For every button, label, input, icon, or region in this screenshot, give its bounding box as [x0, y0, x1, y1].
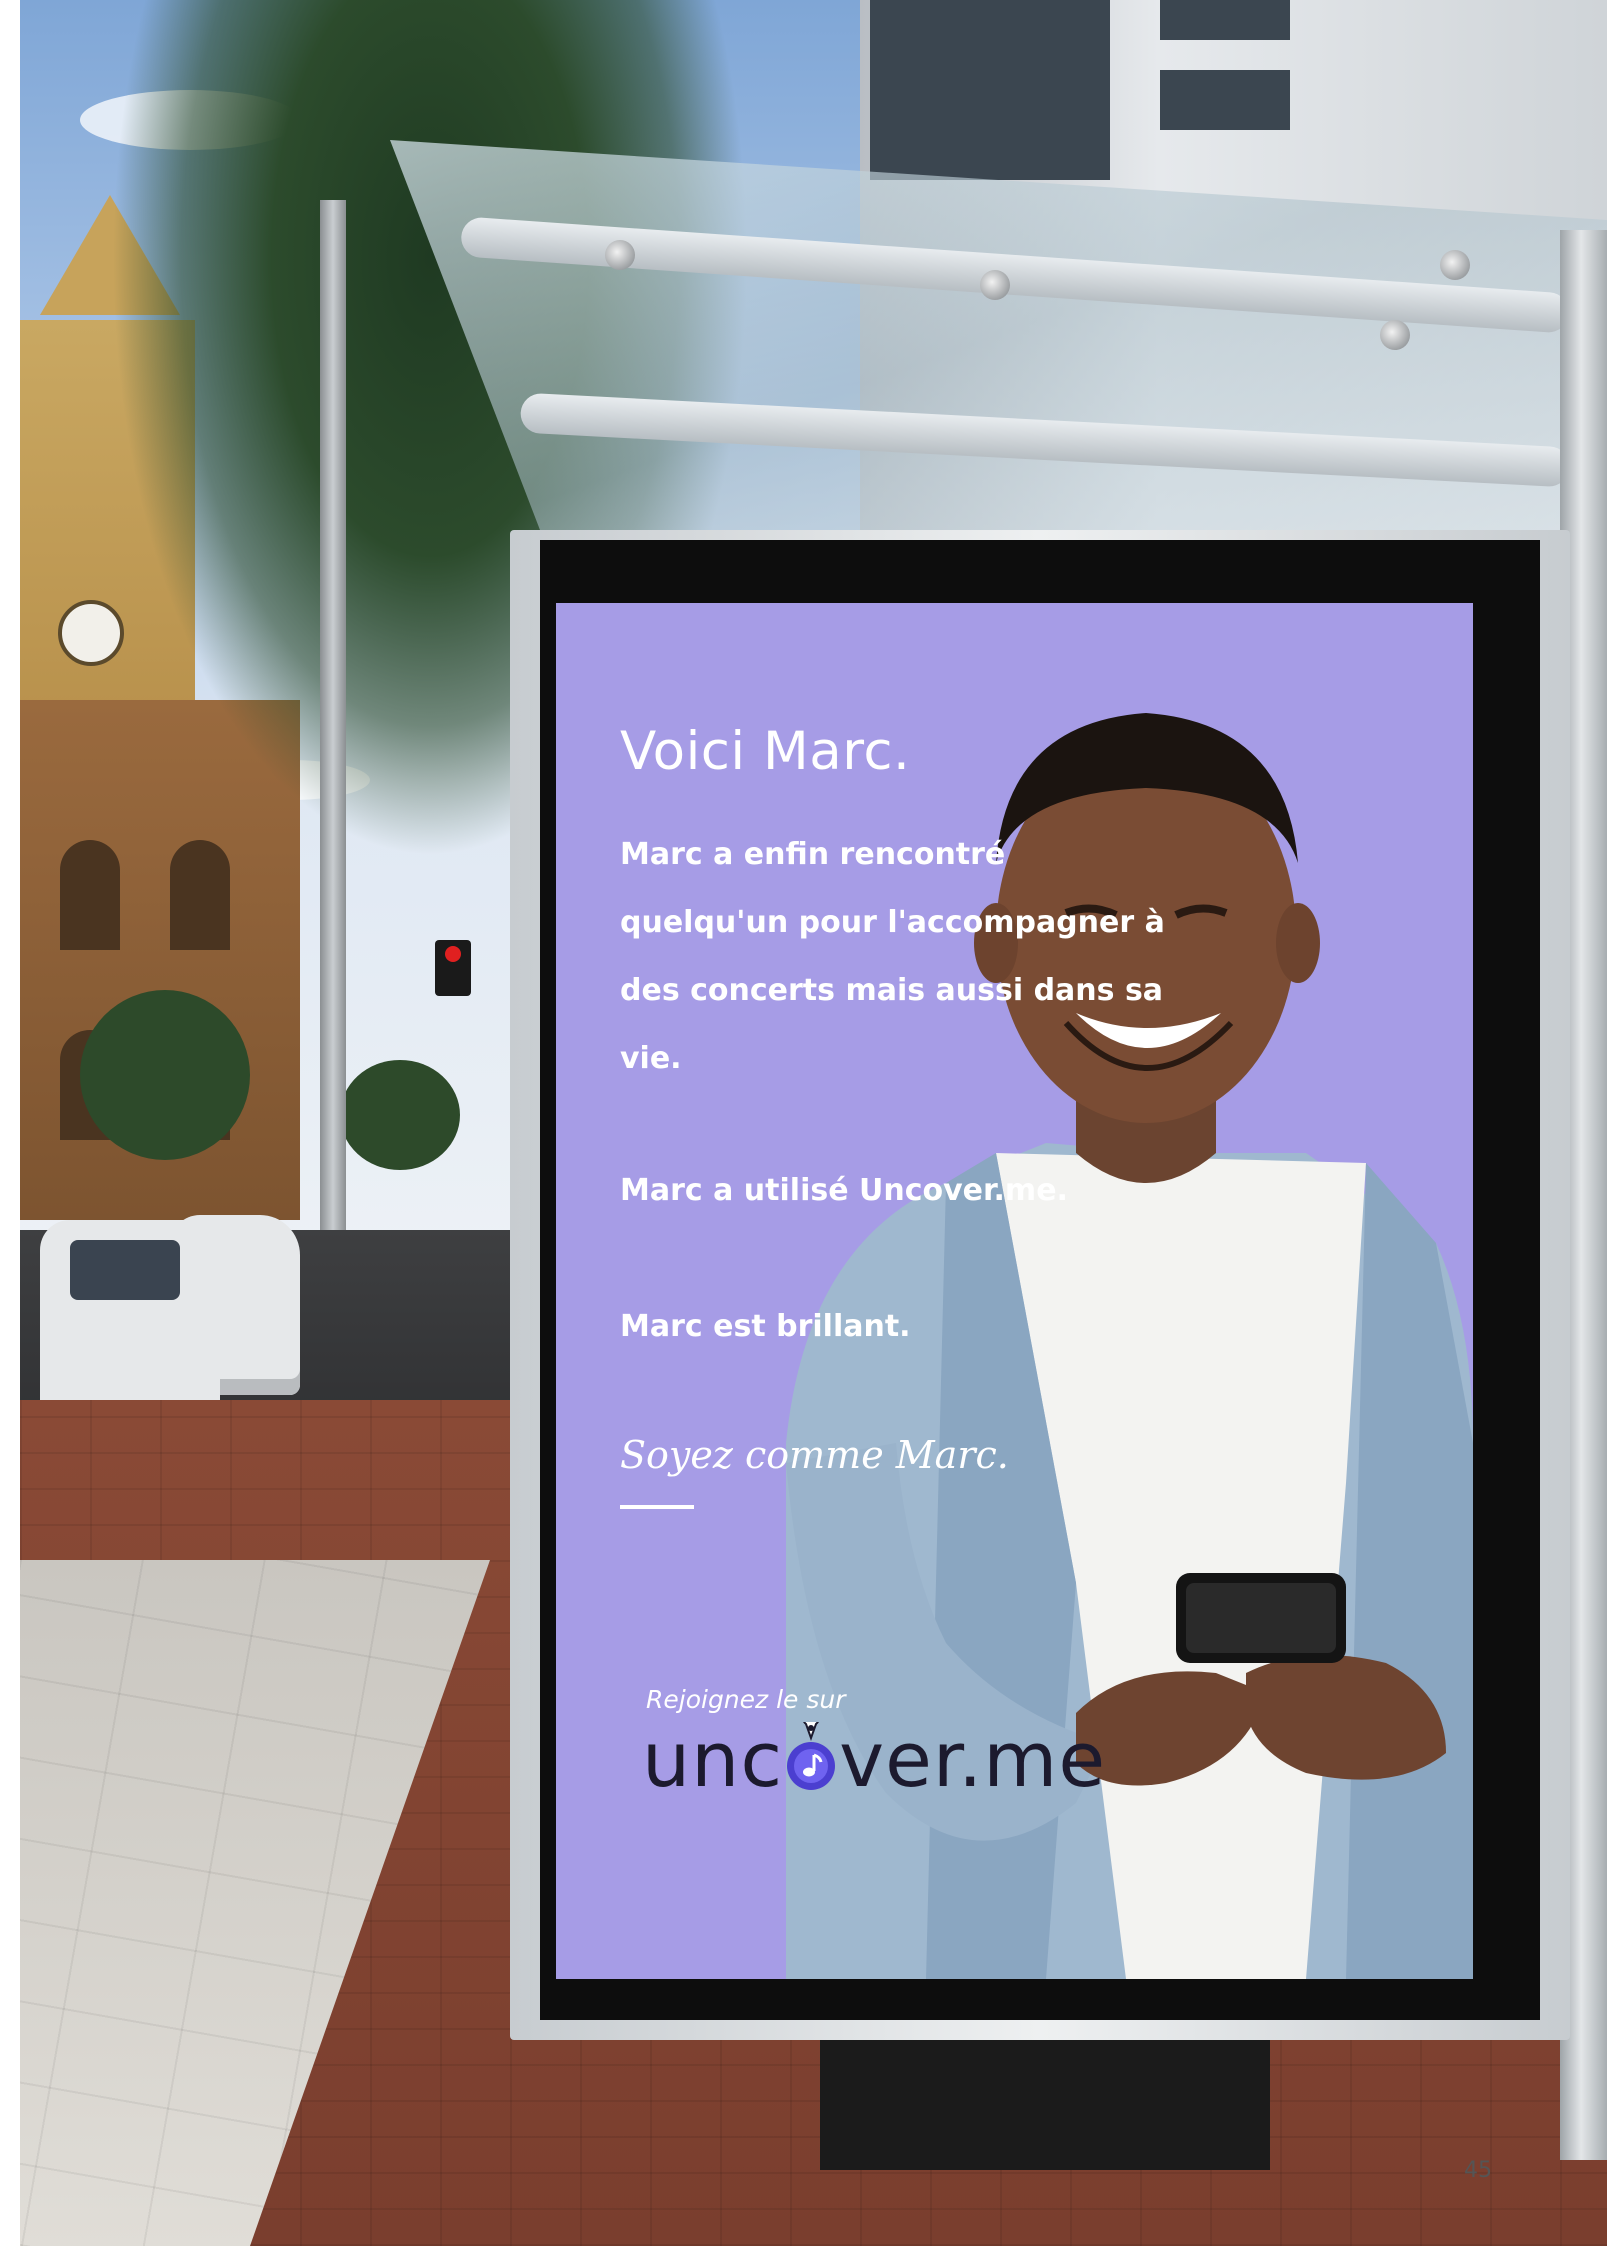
canopy-bolt [1380, 320, 1410, 350]
canopy-bolt [1440, 250, 1470, 280]
poster-line-brilliant: Marc est brillant. [620, 1309, 911, 1344]
traffic-light [435, 940, 471, 996]
traffic-light-red [445, 946, 461, 962]
logo-text-part2: ver.me [839, 1715, 1107, 1804]
music-note-location-pin-icon [784, 1722, 838, 1792]
canopy-bolt [605, 240, 635, 270]
poster-join-text: Rejoignez le sur [646, 1685, 846, 1714]
poster-tagline: Soyez comme Marc. [620, 1433, 1009, 1477]
street-tree [80, 990, 250, 1160]
uncover-me-logo: unc ver.me [642, 1715, 1106, 1804]
poster-story-text: Marc a enfin rencontré quelqu'un pour l'… [620, 837, 1165, 1076]
street-tree [340, 1060, 460, 1170]
tagline-underline [620, 1505, 694, 1509]
logo-text-part1: unc [642, 1715, 784, 1804]
ad-panel-pedestal [820, 2040, 1270, 2170]
canopy-bolt [980, 270, 1010, 300]
tower-window [1160, 0, 1290, 40]
tower-window [1160, 70, 1290, 130]
lamp-post [320, 200, 346, 1330]
poster-headline: Voici Marc. [620, 721, 911, 782]
tower-window [870, 0, 1110, 180]
page-number: 45 [1464, 2158, 1492, 2183]
poster-line-used: Marc a utilisé Uncover.me. [620, 1173, 1068, 1208]
advertisement-poster: Voici Marc. Marc a enfin rencontré quelq… [556, 603, 1473, 1979]
car-windshield [70, 1240, 180, 1300]
